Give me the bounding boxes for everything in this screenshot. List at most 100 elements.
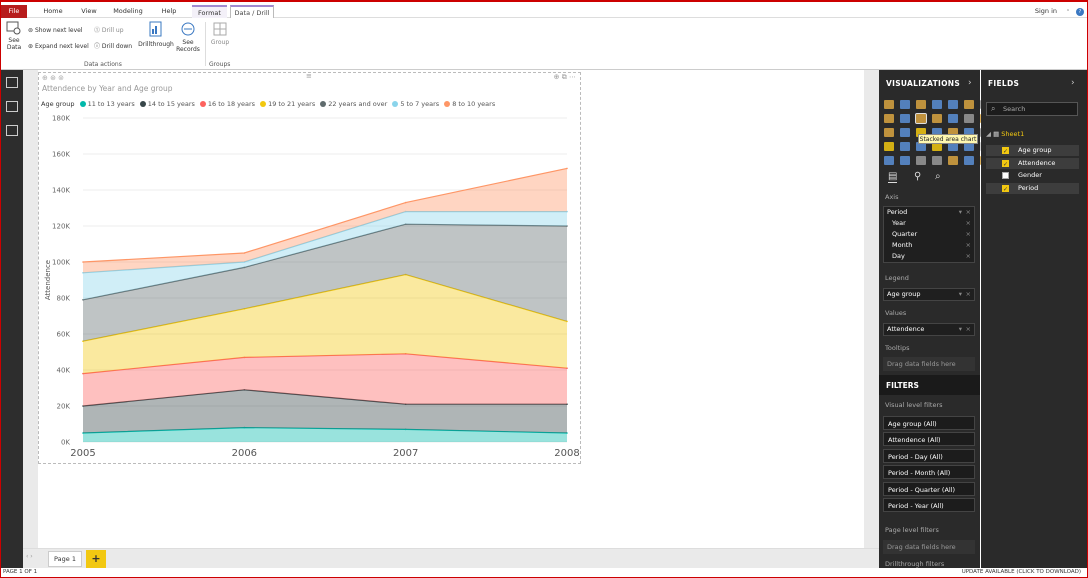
visual-header-icons[interactable]: ⊕ ⧉ ⋯	[554, 73, 576, 82]
menu-file[interactable]: File	[1, 5, 27, 18]
collapse-viz-pane-icon[interactable]: ›	[968, 78, 972, 88]
group-button[interactable]: Group	[208, 21, 232, 46]
drillthrough-button[interactable]: Drillthrough	[138, 21, 174, 48]
remove-icon[interactable]: ×	[966, 218, 971, 229]
collapse-ribbon-icon[interactable]: ⌃	[1064, 8, 1072, 16]
field-checkbox[interactable]	[1002, 146, 1009, 157]
tab-scroll-arrows[interactable]: ‹ ›	[26, 553, 33, 560]
remove-icon[interactable]: ×	[966, 207, 971, 218]
axis-item-quarter[interactable]: Quarter ×	[884, 229, 974, 240]
visual-type-icon[interactable]	[884, 142, 894, 151]
menu-data-drill[interactable]: Data / Drill	[230, 5, 274, 18]
legend-item[interactable]: 19 to 21 years	[260, 100, 315, 108]
visual-type-icon[interactable]	[884, 114, 894, 123]
visual-type-icon[interactable]	[932, 156, 942, 165]
visual-type-icon[interactable]	[932, 100, 942, 109]
visual-type-icon[interactable]	[884, 156, 894, 165]
sign-in-link[interactable]: Sign in	[1035, 5, 1057, 18]
filter-age-group[interactable]: Age group (All)	[883, 416, 975, 430]
data-view-icon[interactable]	[6, 101, 18, 112]
visual-type-icon[interactable]	[900, 114, 910, 123]
field-attendence[interactable]: Attendence	[986, 157, 1079, 170]
menu-help[interactable]: Help	[157, 5, 181, 18]
field-gender[interactable]: Gender	[986, 170, 1079, 181]
chevron-down-icon[interactable]: ▾	[959, 207, 962, 218]
visual-type-icon[interactable]	[964, 156, 974, 165]
menu-view[interactable]: View	[77, 5, 101, 18]
visual-type-icon[interactable]	[900, 156, 910, 165]
analytics-tab-icon[interactable]: ⌕	[935, 171, 941, 182]
visual-type-icon[interactable]	[964, 100, 974, 109]
legend-field[interactable]: Age group ▾ ×	[884, 289, 974, 300]
see-data-button[interactable]: See Data	[5, 21, 23, 51]
values-well[interactable]: Attendence ▾ ×	[883, 323, 975, 336]
axis-item-day[interactable]: Day ×	[884, 251, 974, 262]
expand-next-level-button[interactable]: ⊛ Expand next level	[28, 42, 89, 51]
drill-down-button[interactable]: ⓘ Drill down	[94, 42, 132, 51]
visual-type-icon[interactable]	[916, 100, 926, 109]
visual-type-icon[interactable]	[948, 114, 958, 123]
visual-type-icon[interactable]	[948, 156, 958, 165]
filter-period-year[interactable]: Period - Year (All)	[883, 498, 975, 512]
page-filters-drop-zone[interactable]: Drag data fields here	[883, 540, 975, 554]
see-records-button[interactable]: See Records	[176, 21, 200, 53]
legend-item[interactable]: 11 to 13 years	[79, 100, 135, 108]
axis-item-year[interactable]: Year ×	[884, 218, 974, 229]
table-sheet1[interactable]: ◢ ▦ Sheet1	[986, 130, 1024, 138]
menu-home[interactable]: Home	[39, 5, 67, 18]
filter-period-quarter[interactable]: Period - Quarter (All)	[883, 482, 975, 496]
fields-search-input[interactable]: Search	[986, 102, 1078, 116]
drag-handle-icon[interactable]: ≡	[306, 72, 312, 80]
show-next-level-button[interactable]: ⊚ Show next level	[28, 26, 83, 35]
legend-item[interactable]: 8 to 10 years	[444, 100, 495, 108]
visual-type-icon[interactable]	[964, 114, 974, 123]
axis-item-month[interactable]: Month ×	[884, 240, 974, 251]
axis-well[interactable]: Period ▾ × Year × Quarter × Month × Day ×	[883, 206, 975, 263]
visual-type-icon[interactable]	[900, 128, 910, 137]
remove-icon[interactable]: ×	[966, 289, 971, 300]
field-checkbox[interactable]	[1002, 184, 1009, 195]
legend-well[interactable]: Age group ▾ ×	[883, 288, 975, 301]
field-checkbox[interactable]	[1002, 172, 1009, 179]
values-field[interactable]: Attendence ▾ ×	[884, 324, 974, 335]
legend-item[interactable]: 16 to 18 years	[199, 100, 255, 108]
legend-item[interactable]: 22 years and over	[320, 100, 387, 108]
legend-item[interactable]: 5 to 7 years	[392, 100, 439, 108]
format-tab-icon[interactable]: ⚲	[914, 171, 921, 182]
remove-icon[interactable]: ×	[966, 324, 971, 335]
fields-tab-icon[interactable]: ▤	[888, 171, 898, 183]
relationships-view-icon[interactable]	[6, 125, 18, 136]
chevron-down-icon[interactable]: ▾	[959, 289, 962, 300]
stacked-area-visual[interactable]: ⊕ ⊛ ⊚ ≡ ⊕ ⧉ ⋯ Attendence by Year and Age…	[38, 72, 581, 464]
filter-period-month[interactable]: Period - Month (All)	[883, 465, 975, 479]
field-period[interactable]: Period	[986, 182, 1079, 195]
tab-page-1[interactable]: Page 1	[48, 551, 82, 567]
drill-up-button[interactable]: ⓵ Drill up	[94, 26, 124, 35]
field-age-group[interactable]: Age group	[986, 145, 1079, 157]
visual-type-icon[interactable]	[916, 156, 926, 165]
update-available-link[interactable]: UPDATE AVAILABLE (CLICK TO DOWNLOAD)	[962, 568, 1081, 577]
area-chart[interactable]: 0K 20K 40K 60K 80K 100K 120K 140K 160K 180K 2005 20…	[39, 113, 582, 465]
filter-period-day[interactable]: Period - Day (All)	[883, 449, 975, 463]
drill-controls-icons[interactable]: ⊕ ⊛ ⊚	[42, 74, 64, 82]
menu-modeling[interactable]: Modeling	[109, 5, 147, 18]
add-page-button[interactable]: +	[86, 550, 106, 568]
field-checkbox[interactable]	[1002, 159, 1009, 170]
tooltips-drop-zone[interactable]: Drag data fields here	[883, 357, 975, 371]
axis-field[interactable]: Period ▾ ×	[884, 207, 974, 218]
help-icon[interactable]: ?	[1076, 8, 1084, 16]
visual-type-icon[interactable]	[884, 100, 894, 109]
visual-type-icon[interactable]	[948, 100, 958, 109]
visual-type-icon[interactable]	[900, 100, 910, 109]
chevron-down-icon[interactable]: ▾	[959, 324, 962, 335]
remove-icon[interactable]: ×	[966, 229, 971, 240]
remove-icon[interactable]: ×	[966, 240, 971, 251]
legend-item[interactable]: 14 to 15 years	[139, 100, 195, 108]
remove-icon[interactable]: ×	[966, 251, 971, 262]
visual-type-icon[interactable]	[900, 142, 910, 151]
stacked-area-chart-icon[interactable]	[915, 113, 927, 124]
collapse-fields-pane-icon[interactable]: ›	[1071, 78, 1075, 88]
visual-type-icon[interactable]	[932, 114, 942, 123]
visual-type-icon[interactable]	[884, 128, 894, 137]
menu-format[interactable]: Format	[192, 5, 227, 18]
